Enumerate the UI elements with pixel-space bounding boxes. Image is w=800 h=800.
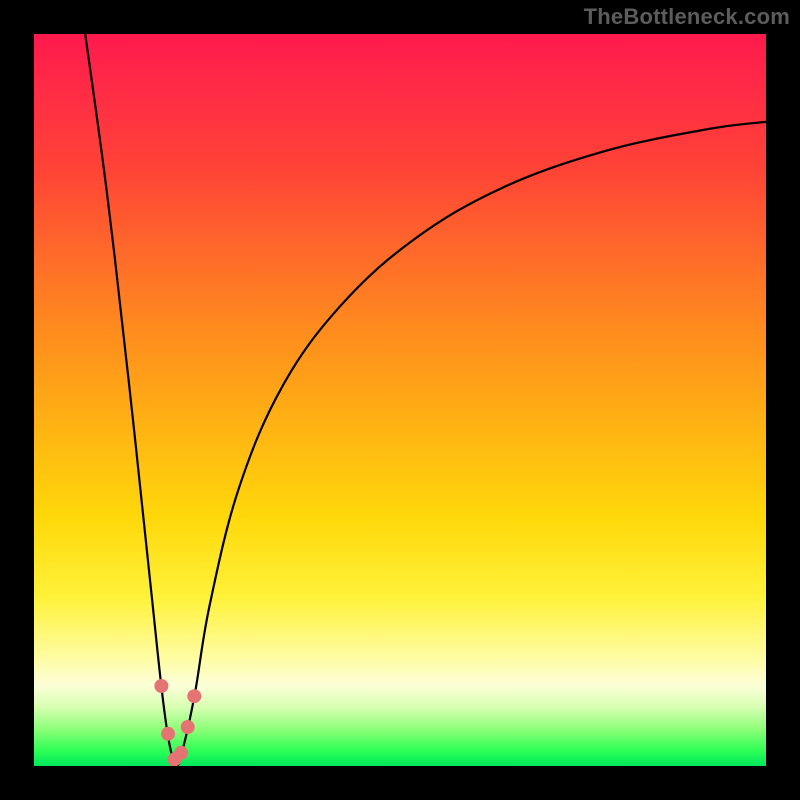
curve-marker-dot	[181, 720, 195, 734]
curve-line	[85, 34, 766, 766]
curve-marker-dot	[161, 727, 175, 741]
watermark-text: TheBottleneck.com	[584, 4, 790, 30]
curve-marker-band	[154, 679, 201, 766]
curve-marker-dot	[187, 689, 201, 703]
chart-plot-area	[34, 34, 766, 766]
bottleneck-curve	[34, 34, 766, 766]
curve-marker-dot	[174, 746, 188, 760]
curve-marker-dot	[154, 679, 168, 693]
